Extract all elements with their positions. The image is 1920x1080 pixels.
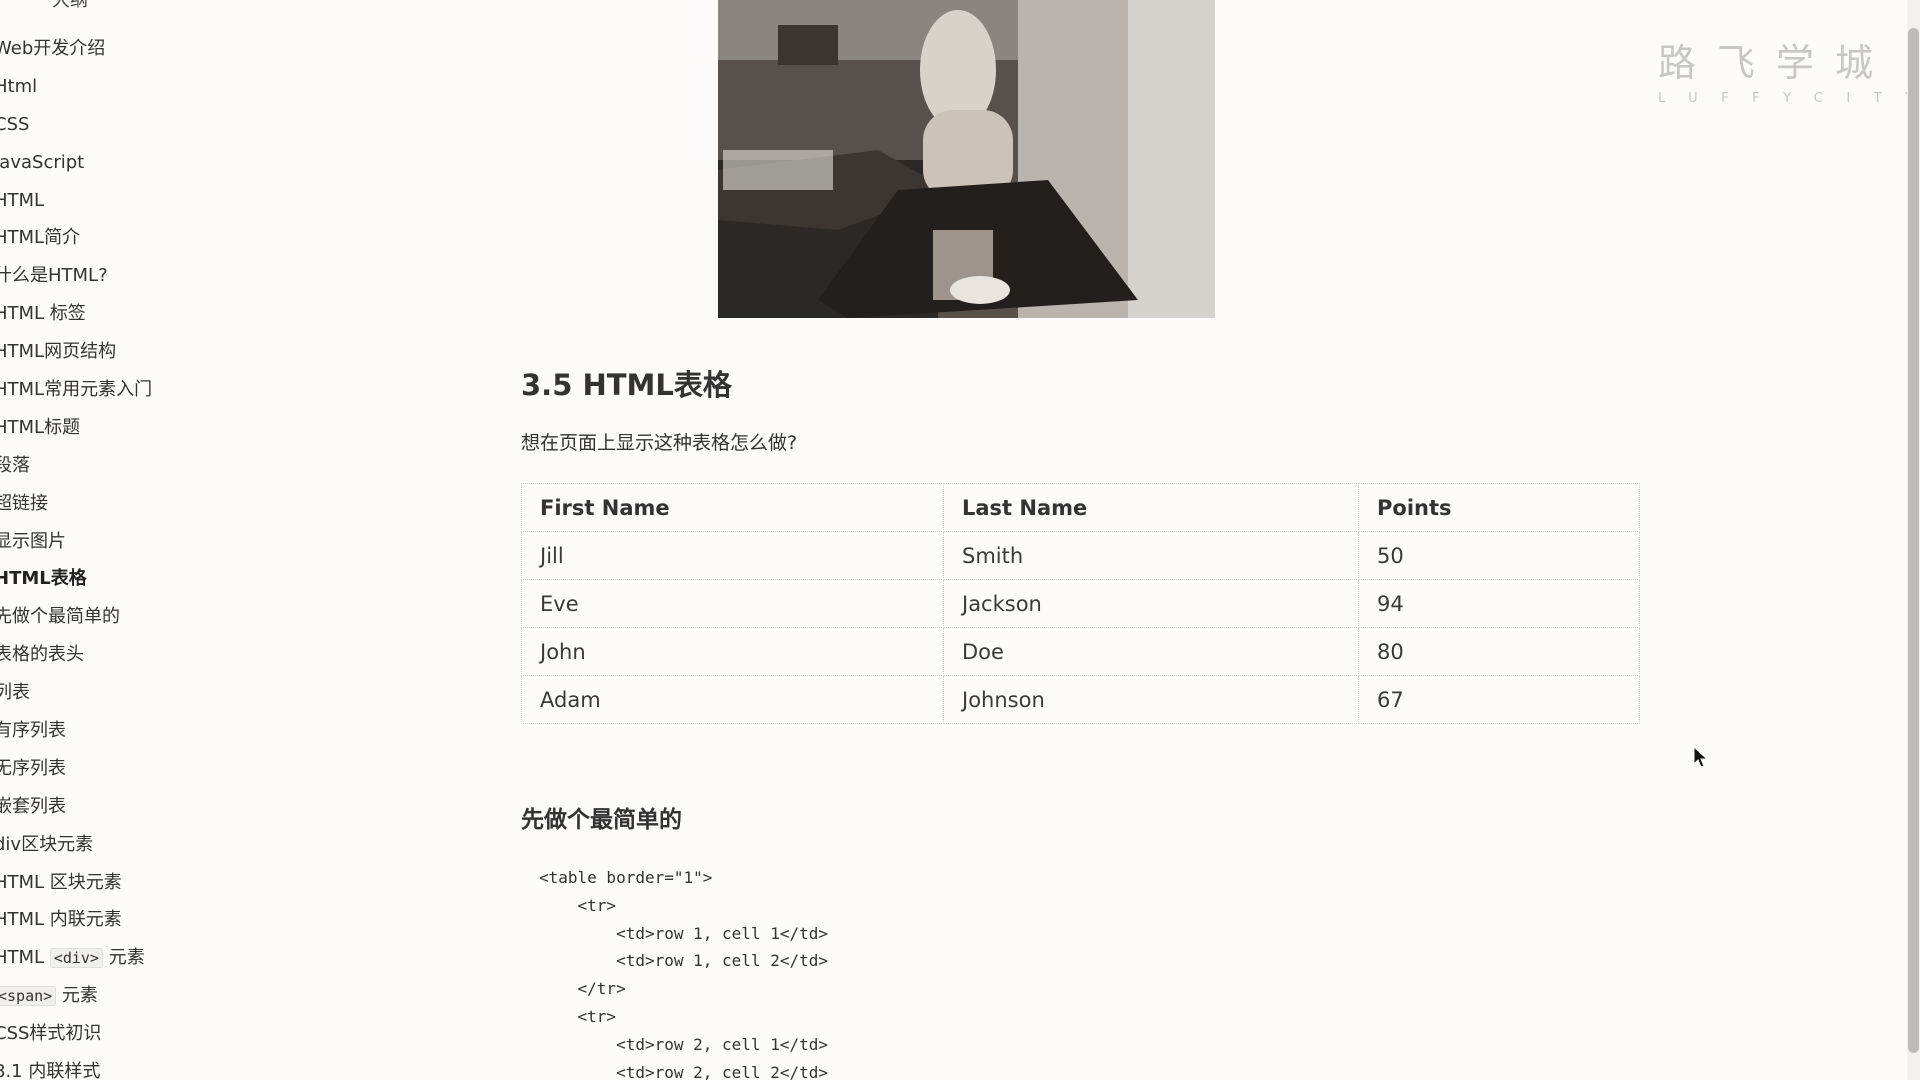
table-cell: 94 (1358, 579, 1640, 628)
outline-item[interactable]: CSS样式初识 (0, 1015, 152, 1053)
table-body: Jill Smith 50 Eve Jackson 94 John Doe 80 Adam John… (521, 531, 1640, 724)
outline-item-label: 列表 (0, 682, 30, 704)
outline-item[interactable]: HTML <div> 元素 (0, 939, 152, 977)
outline-item-label: 表格的表头 (0, 644, 84, 666)
outline-item[interactable]: 8.1 内联样式 (0, 1053, 152, 1080)
outline-item-label: 8.1 内联样式 (0, 1061, 101, 1080)
logo-cn-text: 路飞学城 (1658, 41, 1895, 85)
table-cell: Jackson (943, 579, 1359, 628)
document-page: 大纲 Web开发介绍 Html CSS JavaScript HTML HTML简介什么是… (0, 0, 1920, 1080)
vertical-scrollbar-thumb[interactable] (1908, 28, 1919, 1053)
outline-item-label: HTML 内联元素 (0, 909, 122, 931)
outline-item-code: <span> (0, 986, 57, 1007)
outline-item[interactable]: HTML表格 (0, 560, 152, 598)
outline-item[interactable]: 什么是HTML? (0, 257, 152, 295)
outline-item-label: 元素 (56, 985, 98, 1007)
table-header-cell: First Name (521, 483, 944, 532)
outline-sidebar: 大纲 Web开发介绍 Html CSS JavaScript HTML HTML简介什么是… (0, 0, 300, 1080)
outline-item[interactable]: 超链接 (0, 485, 152, 523)
outline-item[interactable]: div区块元素 (0, 826, 152, 864)
table-cell: Eve (521, 579, 944, 628)
table-cell: Adam (521, 675, 944, 724)
outline-item[interactable]: HTML 区块元素 (0, 864, 152, 902)
content-photo (718, 0, 1215, 318)
outline-item[interactable]: HTML标题 (0, 409, 152, 447)
table-header-cell: Points (1358, 483, 1640, 532)
outline-item-label: HTML标题 (0, 416, 81, 438)
outline-item-label: div区块元素 (0, 833, 94, 855)
table-cell: 67 (1358, 675, 1640, 724)
luffycity-logo: 路飞学城 LUFFYCITY (1658, 32, 1920, 106)
outline-item[interactable]: 显示图片 (0, 523, 152, 561)
table-cell: John (521, 627, 944, 676)
outline-item-label: JavaScript (0, 151, 85, 173)
outline-item-label: 段落 (0, 454, 30, 476)
table-cell: Doe (943, 627, 1359, 676)
outline-item-label: 有序列表 (0, 720, 66, 742)
outline-item[interactable]: HTML 标签 (0, 295, 152, 333)
table-row: Jill Smith 50 (521, 531, 1640, 580)
outline-item-code: <div> (49, 948, 103, 969)
outline-item[interactable]: 无序列表 (0, 750, 152, 788)
table-cell: Johnson (943, 675, 1359, 724)
outline-item[interactable]: Web开发介绍 (0, 30, 152, 68)
code-block[interactable]: <table border="1"> <tr> <td>row 1, cell … (521, 852, 1640, 1080)
outline-item[interactable]: 列表 (0, 674, 152, 712)
table-header-row: First Name Last Name Points (521, 483, 1640, 532)
subsection-title: 先做个最简单的 (521, 807, 682, 833)
table-row: Adam Johnson 67 (521, 675, 1640, 724)
question-text: 想在页面上显示这种表格怎么做? (521, 432, 798, 454)
outline-item[interactable]: 嵌套列表 (0, 788, 152, 826)
outline-item[interactable]: HTML (0, 182, 152, 220)
example-table: First Name Last Name Points Jill Smith 50 Eve… (521, 483, 1640, 724)
outline-item-label: 先做个最简单的 (0, 606, 120, 628)
outline-item[interactable]: 有序列表 (0, 712, 152, 750)
table-row: John Doe 80 (521, 627, 1640, 676)
table-cell: Jill (521, 531, 944, 580)
outline-item-label: Web开发介绍 (0, 38, 106, 59)
outline-item-label: HTML网页结构 (0, 341, 117, 363)
outline-item[interactable]: HTML网页结构 (0, 333, 152, 371)
outline-item[interactable]: HTML 内联元素 (0, 901, 152, 939)
outline-item[interactable]: <span> 元素 (0, 977, 152, 1015)
outline-item[interactable]: 段落 (0, 447, 152, 485)
outline-item[interactable]: HTML简介 (0, 219, 152, 257)
outline-item-label: CSS (0, 113, 30, 135)
outline-item-label: 元素 (102, 947, 145, 969)
table-cell: 50 (1358, 531, 1640, 580)
outline-item-label: 超链接 (0, 492, 48, 514)
outline-item-label: CSS样式初识 (0, 1023, 102, 1045)
outline-item-label: HTML (0, 189, 45, 211)
outline-item-label: HTML简介 (0, 227, 81, 249)
outline-item-label: 嵌套列表 (0, 795, 66, 817)
outline-item-label: HTML常用元素入门 (0, 379, 153, 401)
outline-item-label: 显示图片 (0, 530, 66, 552)
outline-item[interactable]: CSS (0, 106, 152, 144)
mouse-cursor-icon (1693, 746, 1709, 768)
table-row: Eve Jackson 94 (521, 579, 1640, 628)
table-header-cell: Last Name (943, 483, 1359, 532)
outline-item-label: Html (0, 75, 38, 97)
outline-item-label: HTML表格 (0, 568, 87, 590)
outline-item-label: HTML (0, 947, 45, 969)
logo-en-text: LUFFYCITY (1658, 91, 1920, 106)
table-cell: 80 (1358, 627, 1640, 676)
outline-item[interactable]: Html (0, 68, 152, 106)
outline-item-label: 无序列表 (0, 757, 66, 779)
outline-item-label: HTML 标签 (0, 303, 86, 325)
outline-item-label: 什么是HTML? (0, 265, 108, 287)
outline-list: Web开发介绍 Html CSS JavaScript HTML HTML简介什么是HTM… (0, 30, 152, 1080)
outline-item[interactable]: 表格的表头 (0, 636, 152, 674)
section-title: 3.5 HTML表格 (521, 368, 732, 402)
table-cell: Smith (943, 531, 1359, 580)
outline-item[interactable]: JavaScript (0, 144, 152, 182)
photo-image-icon (718, 0, 1215, 318)
outline-header: 大纲 (52, 0, 88, 11)
outline-item-label: HTML 区块元素 (0, 871, 122, 893)
outline-item[interactable]: HTML常用元素入门 (0, 371, 152, 409)
outline-item[interactable]: 先做个最简单的 (0, 598, 152, 636)
